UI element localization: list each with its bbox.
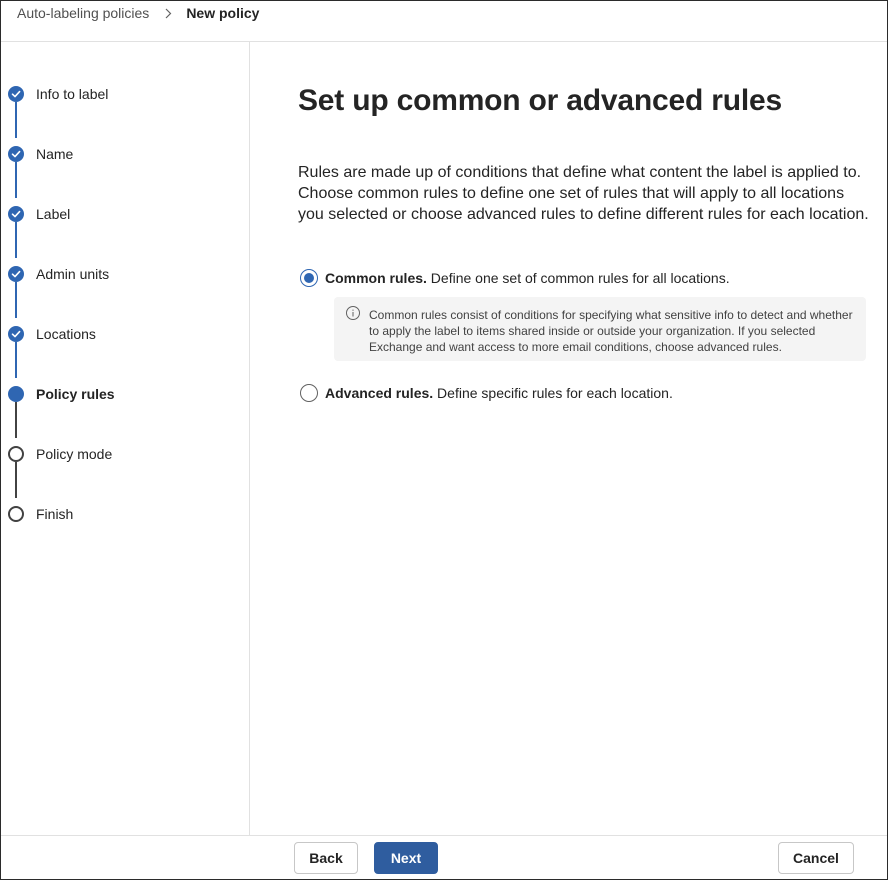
breadcrumb-link-auto-labeling-policies[interactable]: Auto-labeling policies xyxy=(17,5,149,21)
step-connector xyxy=(15,462,17,498)
checkmark-icon xyxy=(8,326,24,342)
step-connector xyxy=(15,282,17,318)
checkmark-icon xyxy=(8,86,24,102)
step-label: Admin units xyxy=(36,266,110,282)
option-title: Advanced rules. xyxy=(325,385,434,401)
step-label: Locations xyxy=(36,326,96,342)
empty-circle-icon xyxy=(8,506,24,522)
empty-circle-icon xyxy=(8,446,24,462)
option-description: Define specific rules for each location. xyxy=(437,385,673,401)
step-label: Label xyxy=(36,206,71,222)
step-connector xyxy=(15,102,17,138)
info-message-bar: Common rules consist of conditions for s… xyxy=(334,297,866,361)
page-description: Rules are made up of conditions that def… xyxy=(298,164,869,223)
common-rules-option[interactable]: Common rules. Define one set of common r… xyxy=(300,269,730,287)
main-content: Set up common or advanced rules Rules ar… xyxy=(251,42,887,835)
step-connector xyxy=(15,222,17,258)
breadcrumb: Auto-labeling policies New policy xyxy=(17,4,259,22)
wizard-steps-nav: Info to label Name Label Admin units Loc… xyxy=(1,42,250,835)
step-connector xyxy=(15,402,17,438)
checkmark-icon xyxy=(8,206,24,222)
page-title: Set up common or advanced rules xyxy=(298,84,782,117)
step-connector xyxy=(15,342,17,378)
next-button[interactable]: Next xyxy=(374,842,438,874)
option-title: Common rules. xyxy=(325,270,427,286)
checkmark-icon xyxy=(8,146,24,162)
info-icon xyxy=(345,305,361,321)
option-text: Common rules. Define one set of common r… xyxy=(325,270,730,286)
info-message-text: Common rules consist of conditions for s… xyxy=(369,308,853,354)
common-rules-radio[interactable] xyxy=(300,269,318,287)
advanced-rules-radio[interactable] xyxy=(300,384,318,402)
breadcrumb-current: New policy xyxy=(186,5,260,21)
back-button[interactable]: Back xyxy=(294,842,358,874)
step-label: Policy mode xyxy=(36,446,113,462)
cancel-button[interactable]: Cancel xyxy=(778,842,854,874)
advanced-rules-option[interactable]: Advanced rules. Define specific rules fo… xyxy=(300,384,673,402)
step-label: Info to label xyxy=(36,86,109,102)
step-label: Finish xyxy=(36,506,74,522)
step-label: Name xyxy=(36,146,74,162)
option-text: Advanced rules. Define specific rules fo… xyxy=(325,385,673,401)
option-description: Define one set of common rules for all l… xyxy=(430,270,730,286)
footer-divider xyxy=(1,835,887,836)
chevron-right-icon xyxy=(165,8,172,19)
current-step-dot-icon xyxy=(8,386,24,402)
step-label: Policy rules xyxy=(36,386,115,402)
checkmark-icon xyxy=(8,266,24,282)
step-connector xyxy=(15,162,17,198)
